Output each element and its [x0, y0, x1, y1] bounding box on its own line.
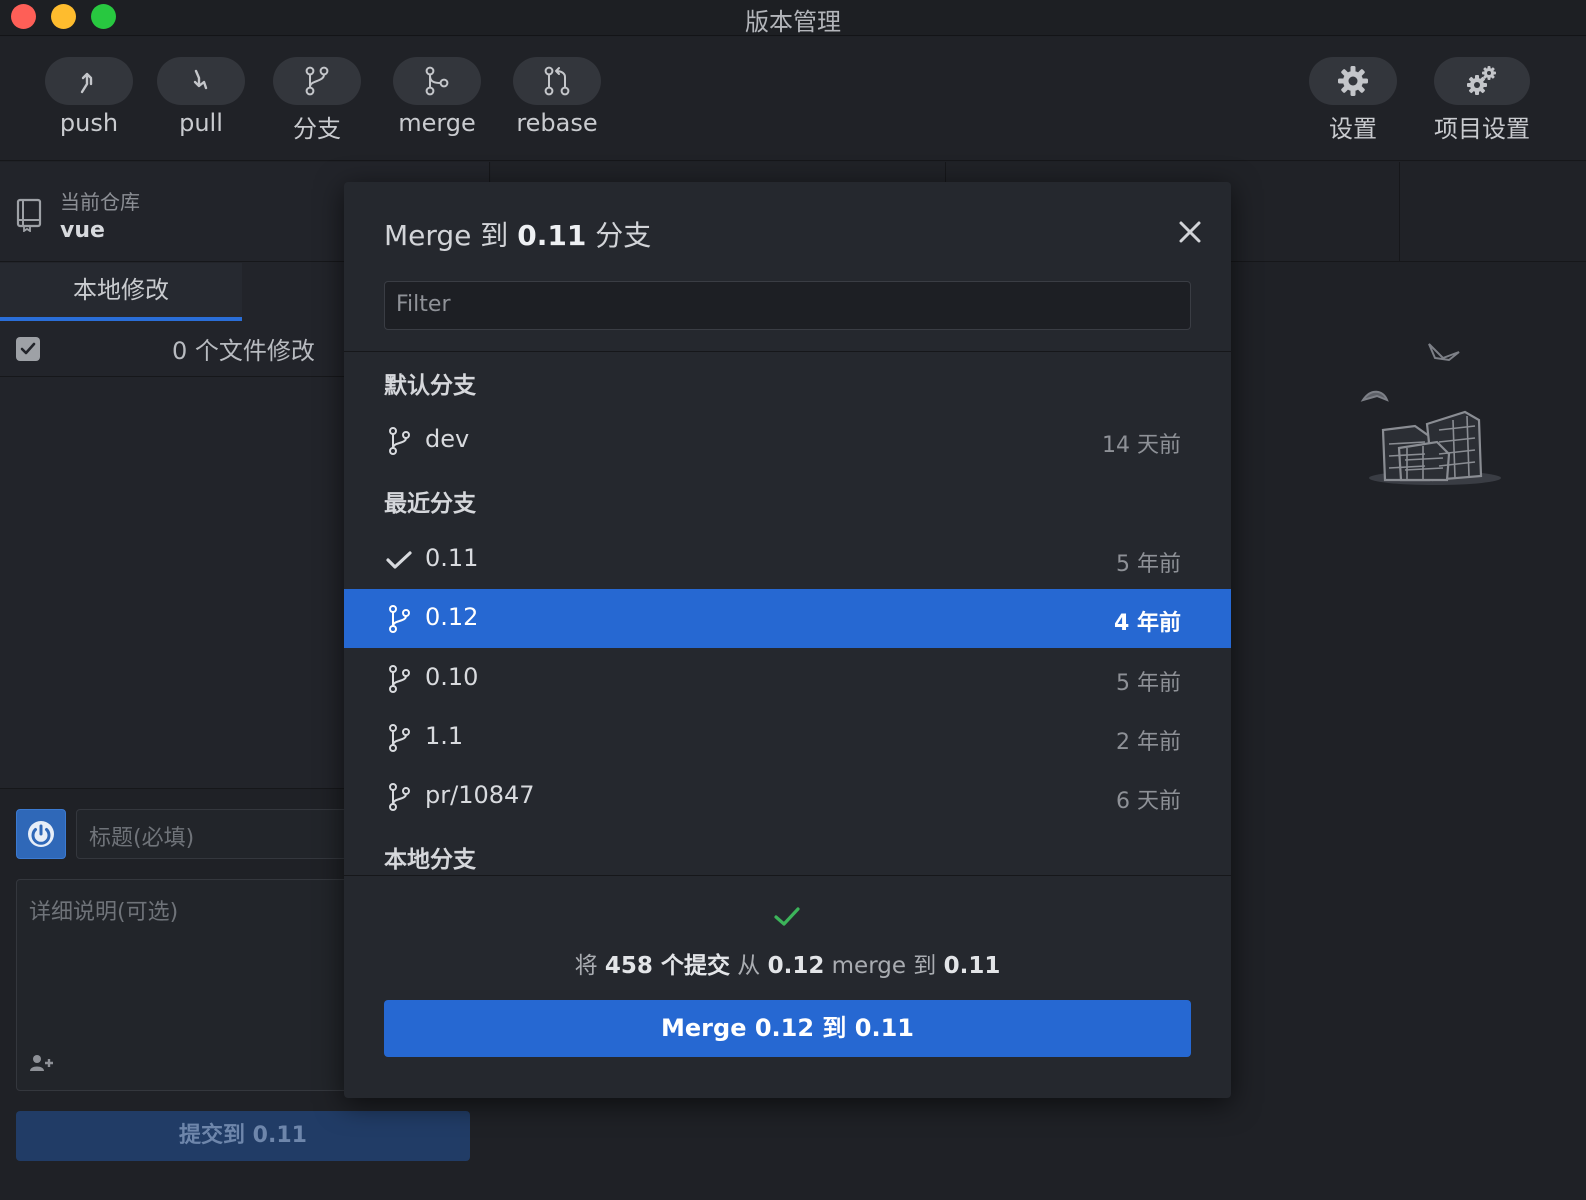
toolbar: push pull 分支 merge rebase 设置 项目设置 [0, 37, 1586, 161]
close-icon [1179, 221, 1201, 243]
gears-icon [1434, 57, 1530, 105]
group-local-branches: 本地分支 [384, 847, 476, 873]
merge-icon [393, 57, 481, 105]
filter-input[interactable]: Filter [384, 281, 1191, 330]
branch-icon [273, 57, 361, 105]
branch-time: 5 年前 [1116, 552, 1181, 577]
branch-name: 0.10 [425, 663, 479, 691]
changes-count: 0 个文件修改 [172, 337, 315, 365]
dialog-title-suffix: 分支 [595, 219, 652, 252]
group-recent-branches: 最近分支 [384, 491, 476, 517]
repo-icon [16, 198, 42, 236]
check-icon [386, 551, 412, 569]
branch-button[interactable]: 分支 [262, 57, 372, 144]
branch-label: 分支 [293, 115, 341, 143]
merge-label: merge [398, 109, 476, 137]
repo-name: vue [60, 218, 105, 243]
merge-summary: 将 458 个提交 从 0.12 merge 到 0.11 [344, 946, 1231, 980]
repo-caption: 当前仓库 [60, 190, 140, 214]
branch-name: 0.12 [425, 603, 479, 631]
branch-name: 1.1 [425, 722, 464, 750]
checkmark-icon [20, 342, 36, 355]
rebase-icon [513, 57, 601, 105]
pull-label: pull [179, 109, 223, 137]
description-placeholder: 详细说明(可选) [29, 900, 179, 925]
push-label: push [59, 109, 119, 137]
column-divider [1399, 162, 1400, 262]
dialog-title-branch: 0.11 [517, 219, 587, 252]
branch-row-dev[interactable]: dev 14 天前 [344, 411, 1231, 470]
branch-icon [389, 724, 410, 752]
summary-word: merge 到 [831, 953, 937, 979]
rebase-label: rebase [516, 109, 598, 137]
success-check-icon [772, 904, 802, 934]
summary-word: 将 [574, 953, 598, 979]
branch-row-0-10[interactable]: 0.10 5 年前 [344, 649, 1231, 708]
branch-list[interactable]: 默认分支 dev 14 天前 最近分支 0.11 5 年前 0.12 4 年前 … [344, 352, 1231, 875]
summary-word: 从 [737, 953, 761, 979]
branch-row-0-11[interactable]: 0.11 5 年前 [344, 530, 1231, 589]
merge-confirm-button[interactable]: Merge 0.12 到 0.11 [384, 1000, 1191, 1057]
divider [344, 875, 1231, 876]
branch-name: 0.11 [425, 544, 479, 572]
gear-icon [1309, 57, 1397, 105]
power-button[interactable] [16, 809, 66, 859]
window-title: 版本管理 [745, 8, 841, 36]
branch-row-0-12[interactable]: 0.12 4 年前 [344, 589, 1231, 648]
pull-button[interactable]: pull [146, 57, 256, 137]
pull-icon [157, 57, 245, 105]
branch-row-pr-10847[interactable]: pr/10847 6 天前 [344, 767, 1231, 826]
branch-name: pr/10847 [425, 781, 535, 809]
branch-icon [389, 783, 410, 811]
summary-from-branch: 0.12 [767, 953, 825, 979]
power-icon [28, 821, 54, 847]
rebase-button[interactable]: rebase [502, 57, 612, 137]
branch-name: dev [425, 425, 470, 453]
push-button[interactable]: push [34, 57, 144, 137]
add-coauthor-icon[interactable] [29, 1054, 55, 1076]
branch-time: 4 年前 [1114, 611, 1181, 636]
project-settings-label: 项目设置 [1434, 115, 1530, 143]
merge-button[interactable]: merge [382, 57, 492, 137]
summary-to-branch: 0.11 [943, 953, 1001, 979]
commit-button[interactable]: 提交到 0.11 [16, 1111, 470, 1161]
branch-icon [389, 665, 410, 693]
select-all-checkbox[interactable] [16, 337, 40, 361]
push-icon [45, 57, 133, 105]
tab-local-changes[interactable]: 本地修改 [0, 263, 242, 321]
branch-icon [389, 605, 410, 633]
app-window: 版本管理 push pull 分支 merge rebase 设置 项目设置 当… [0, 0, 1586, 1200]
close-button[interactable] [1174, 216, 1206, 248]
branch-time: 2 年前 [1116, 730, 1181, 755]
title-bar: 版本管理 [0, 0, 1586, 36]
dialog-title: Merge 到 0.11 分支 [384, 214, 651, 254]
branch-icon [389, 427, 410, 455]
empty-state-illustration [1355, 330, 1515, 494]
summary-commit-count: 458 个提交 [604, 953, 730, 979]
branch-time: 14 天前 [1102, 433, 1181, 458]
merge-dialog: Merge 到 0.11 分支 Filter 默认分支 dev 14 天前 最近… [344, 182, 1231, 1098]
group-default-branches: 默认分支 [384, 373, 476, 399]
branch-time: 6 天前 [1116, 789, 1181, 814]
dialog-title-prefix: Merge 到 [384, 219, 509, 252]
settings-label: 设置 [1329, 115, 1377, 143]
settings-button[interactable]: 设置 [1298, 57, 1408, 144]
project-settings-button[interactable]: 项目设置 [1422, 57, 1542, 144]
branch-row-1-1[interactable]: 1.1 2 年前 [344, 708, 1231, 767]
branch-time: 5 年前 [1116, 671, 1181, 696]
